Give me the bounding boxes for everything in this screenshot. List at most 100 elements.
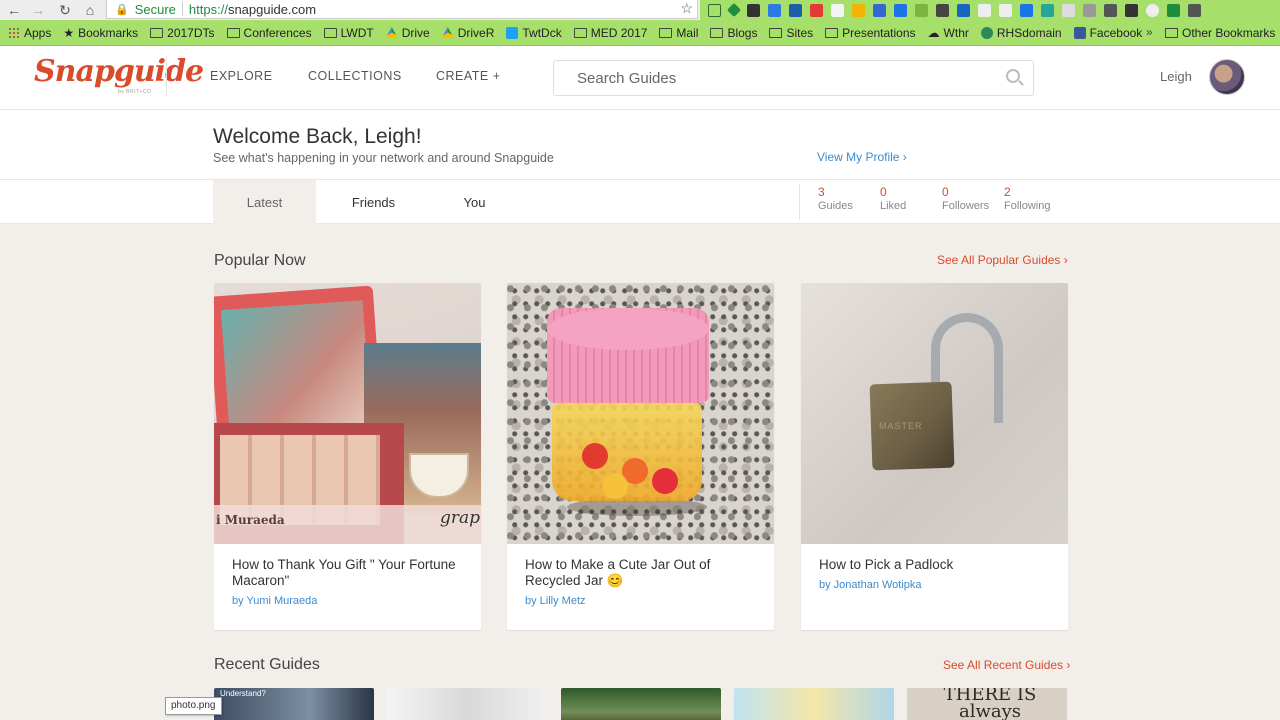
search-icon[interactable] bbox=[1006, 69, 1020, 83]
extension-icon[interactable] bbox=[1062, 3, 1075, 17]
twitter-icon bbox=[506, 26, 519, 39]
tab-you[interactable]: You bbox=[423, 180, 526, 224]
nav-create[interactable]: CREATE + bbox=[436, 69, 501, 83]
see-all-popular-link[interactable]: See All Popular Guides › bbox=[937, 253, 1068, 267]
extension-icon[interactable] bbox=[999, 3, 1012, 17]
bookmarks-bar: Apps ★ Bookmarks 2017DTs Conferences LWDT… bbox=[0, 20, 1280, 46]
extension-icon[interactable] bbox=[936, 3, 949, 17]
extension-icon[interactable] bbox=[1146, 3, 1159, 17]
stat-liked[interactable]: 0 Liked bbox=[880, 185, 906, 212]
forward-arrow-icon[interactable]: → bbox=[28, 0, 48, 20]
reload-icon[interactable]: ↻ bbox=[55, 0, 75, 20]
recent-guide-thumb[interactable] bbox=[561, 688, 721, 720]
other-bookmarks[interactable]: Other Bookmarks bbox=[1165, 26, 1275, 40]
recent-guide-thumb[interactable] bbox=[387, 688, 547, 720]
cast-icon[interactable] bbox=[708, 3, 721, 17]
extension-icon[interactable] bbox=[978, 3, 991, 17]
popular-now-heading: Popular Now bbox=[214, 252, 306, 269]
avatar[interactable] bbox=[1209, 59, 1245, 95]
bookmark-drive[interactable]: DriveR bbox=[441, 26, 494, 40]
guide-card[interactable]: i Muraeda graph How to Thank You Gift " … bbox=[214, 283, 481, 630]
extension-icon[interactable] bbox=[789, 3, 802, 17]
extension-icon[interactable] bbox=[1188, 3, 1201, 17]
feed-tabs-bar: Latest Friends You 3 Guides 0 Liked 0 Follo… bbox=[0, 179, 1280, 224]
bookmark-rhsdomain[interactable]: RHSdomain bbox=[980, 26, 1062, 40]
stat-followers[interactable]: 0 Followers bbox=[942, 185, 989, 212]
extension-icon[interactable] bbox=[1125, 3, 1138, 17]
bookmark-twitter[interactable]: TwtDck bbox=[506, 26, 562, 40]
extension-icon[interactable] bbox=[747, 3, 760, 17]
extension-icon[interactable] bbox=[768, 3, 781, 17]
bookmark-weather[interactable]: ☁ Wthr bbox=[928, 26, 969, 40]
guide-title[interactable]: How to Thank You Gift " Your Fortune Mac… bbox=[232, 557, 462, 589]
guide-title[interactable]: How to Make a Cute Jar Out of Recycled J… bbox=[525, 557, 755, 589]
nav-collections[interactable]: COLLECTIONS bbox=[308, 69, 402, 83]
recent-guide-thumb[interactable] bbox=[734, 688, 894, 720]
bookmark-folder[interactable]: 2017DTs bbox=[150, 26, 215, 40]
bookmark-folder[interactable]: Mail bbox=[659, 26, 698, 40]
bookmark-folder[interactable]: Sites bbox=[769, 26, 813, 40]
bookmark-bookmarks[interactable]: ★ Bookmarks bbox=[63, 26, 138, 40]
snapguide-logo[interactable]: Snapguide bbox=[34, 54, 204, 89]
extension-icon[interactable] bbox=[915, 3, 928, 17]
home-icon[interactable]: ⌂ bbox=[80, 0, 100, 20]
logo-subtitle: by BRIT+CO bbox=[118, 89, 152, 95]
drive-icon bbox=[441, 27, 454, 38]
extension-icon[interactable] bbox=[873, 3, 886, 17]
guide-author[interactable]: by Yumi Muraeda bbox=[232, 595, 317, 607]
guide-photo[interactable]: MASTER bbox=[801, 283, 1068, 544]
folder-icon bbox=[573, 27, 587, 38]
star-icon: ★ bbox=[63, 25, 75, 40]
more-bookmarks-chevron[interactable]: » bbox=[1146, 25, 1153, 39]
folder-icon bbox=[1165, 28, 1178, 38]
extension-icon[interactable] bbox=[852, 3, 865, 17]
bookmark-drive[interactable]: Drive bbox=[385, 26, 430, 40]
search-box bbox=[553, 60, 1034, 96]
extension-icon[interactable] bbox=[1020, 3, 1033, 17]
extension-icon[interactable] bbox=[831, 3, 844, 17]
guide-photo[interactable]: i Muraeda graph bbox=[214, 283, 481, 544]
address-bar[interactable]: 🔒 Secure https://snapguide.com ☆ bbox=[106, 0, 698, 19]
bookmark-facebook[interactable]: Facebook bbox=[1073, 26, 1142, 40]
extension-icon[interactable] bbox=[1104, 3, 1117, 17]
bookmark-star-icon[interactable]: ☆ bbox=[680, 0, 693, 17]
welcome-title: Welcome Back, Leigh! bbox=[213, 125, 422, 148]
back-arrow-icon[interactable]: ← bbox=[4, 0, 24, 20]
guide-card[interactable]: How to Make a Cute Jar Out of Recycled J… bbox=[507, 283, 774, 630]
extension-icon[interactable] bbox=[726, 2, 742, 18]
tab-friends[interactable]: Friends bbox=[322, 180, 425, 224]
extension-icon[interactable] bbox=[1041, 3, 1054, 17]
bookmark-folder[interactable]: MED 2017 bbox=[573, 26, 647, 40]
guide-title[interactable]: How to Pick a Padlock bbox=[819, 557, 1049, 573]
extension-icon[interactable] bbox=[810, 3, 823, 17]
photo-watermark: i Muraeda bbox=[216, 513, 285, 527]
extension-icon[interactable] bbox=[894, 3, 907, 17]
bookmark-folder[interactable]: Presentations bbox=[825, 26, 916, 40]
extensions-bar bbox=[700, 0, 1280, 20]
guide-author[interactable]: by Jonathan Wotipka bbox=[819, 579, 922, 591]
welcome-panel: Welcome Back, Leigh! See what's happenin… bbox=[0, 110, 1280, 180]
bookmark-folder[interactable]: Blogs bbox=[710, 26, 757, 40]
file-tooltip: photo.png bbox=[165, 697, 222, 715]
see-all-recent-link[interactable]: See All Recent Guides › bbox=[943, 658, 1070, 672]
view-profile-link[interactable]: View My Profile › bbox=[817, 150, 907, 164]
stat-following[interactable]: 2 Following bbox=[1004, 185, 1050, 212]
recent-guide-thumb[interactable]: Understand? bbox=[214, 688, 374, 720]
stat-guides[interactable]: 3 Guides bbox=[818, 185, 853, 212]
user-name[interactable]: Leigh bbox=[1160, 69, 1192, 84]
bookmark-folder[interactable]: LWDT bbox=[323, 26, 374, 40]
extension-icon[interactable] bbox=[957, 3, 970, 17]
extension-icon[interactable] bbox=[1083, 3, 1096, 17]
bookmark-apps[interactable]: Apps bbox=[8, 26, 51, 40]
guide-author[interactable]: by Lilly Metz bbox=[525, 595, 586, 607]
folder-icon bbox=[323, 27, 337, 38]
nav-explore[interactable]: EXPLORE bbox=[210, 69, 273, 83]
guide-card[interactable]: MASTER How to Pick a Padlock by Jonathan… bbox=[801, 283, 1068, 630]
tab-latest[interactable]: Latest bbox=[213, 180, 316, 224]
search-input[interactable] bbox=[554, 61, 974, 95]
recent-guide-thumb[interactable]: THERE IS always bbox=[907, 688, 1067, 720]
lock-icon: 🔒 bbox=[115, 3, 129, 16]
drive-icon[interactable] bbox=[1167, 3, 1180, 17]
guide-photo[interactable] bbox=[507, 283, 774, 544]
bookmark-folder[interactable]: Conferences bbox=[226, 26, 312, 40]
